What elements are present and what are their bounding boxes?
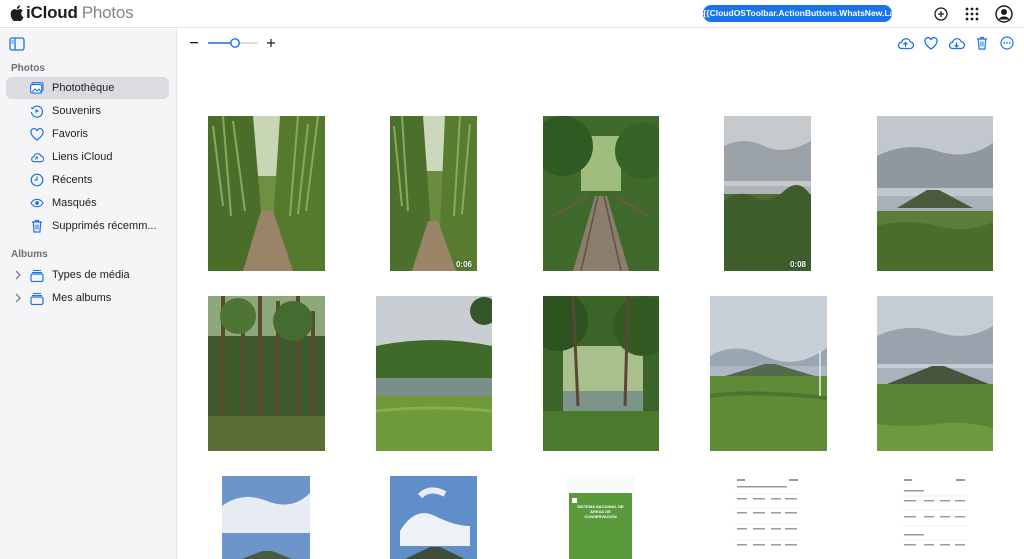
brand-name: iCloud: [26, 3, 78, 22]
icloud-logo[interactable]: iCloud Photos: [10, 3, 134, 23]
photo-thumbnail[interactable]: [376, 296, 492, 451]
video-duration: 0:08: [789, 260, 806, 269]
photo-thumbnail[interactable]: [390, 476, 477, 559]
sidebar-item-label: Supprimés récemm...: [52, 220, 157, 232]
sidebar-item-label: Souvenirs: [52, 105, 101, 117]
section-title-albums: Albums: [11, 249, 48, 260]
chevron-right-icon[interactable]: [14, 293, 22, 303]
download-icon[interactable]: [947, 34, 965, 52]
delete-icon[interactable]: [973, 34, 991, 52]
sidebar-item-label: Masqués: [52, 197, 97, 209]
photo-thumbnail[interactable]: [208, 296, 325, 451]
account-icon[interactable]: [994, 4, 1014, 24]
photo-thumbnail[interactable]: [877, 296, 993, 451]
sidebar-item-my-albums[interactable]: Mes albums: [6, 287, 169, 309]
video-thumbnail[interactable]: 0:06: [390, 116, 477, 271]
heart-icon: [30, 127, 44, 141]
clock-icon: [30, 173, 44, 187]
chevron-right-icon[interactable]: [14, 270, 22, 280]
cloud-link-icon: [30, 150, 44, 164]
screenshot-thumbnail[interactable]: [733, 476, 802, 559]
sidebar-item-favorites[interactable]: Favoris: [6, 123, 169, 145]
sidebar-item-library[interactable]: Photothèque: [6, 77, 169, 99]
video-duration: 0:06: [455, 260, 472, 269]
whats-new-button[interactable]: {{CloudOSToolbar.ActionButtons.WhatsNew.…: [703, 5, 892, 22]
zoom-slider-knob[interactable]: [230, 38, 240, 48]
zoom-in-icon[interactable]: [266, 38, 276, 48]
sidebar-item-label: Favoris: [52, 128, 89, 140]
photo-thumbnail[interactable]: [710, 296, 827, 451]
document-title: SISTEMA NACIONAL DE ÁREAS DE CONSERVACIÓ…: [577, 504, 624, 519]
top-bar: iCloud Photos {{CloudOSToolbar.ActionBut…: [0, 0, 1024, 28]
stack-icon: [30, 268, 44, 282]
app-grid-icon[interactable]: [962, 4, 982, 24]
section-title-photos: Photos: [11, 63, 45, 74]
stack-icon: [30, 291, 44, 305]
eye-icon: [30, 196, 44, 210]
sidebar-item-label: Liens iCloud: [52, 151, 113, 163]
favorite-heart-icon[interactable]: [922, 34, 940, 52]
video-thumbnail[interactable]: 0:08: [724, 116, 811, 271]
apple-logo-icon: [10, 5, 24, 21]
screenshot-thumbnail[interactable]: SISTEMA NACIONAL DE ÁREAS DE CONSERVACIÓ…: [566, 476, 635, 559]
sidebar-item-label: Récents: [52, 174, 93, 186]
photo-thumbnail[interactable]: [208, 116, 325, 271]
sidebar: Photos Photothèque Souvenirs Favoris Lie…: [0, 29, 177, 559]
photo-thumbnail[interactable]: [543, 296, 659, 451]
photo-thumbnail[interactable]: [877, 116, 993, 271]
add-icon[interactable]: [931, 4, 951, 24]
sidebar-item-recents[interactable]: Récents: [6, 169, 169, 191]
sidebar-item-media-types[interactable]: Types de média: [6, 264, 169, 286]
sidebar-toggle-icon[interactable]: [9, 37, 25, 51]
product-name: Photos: [81, 3, 134, 22]
screenshot-thumbnail[interactable]: [900, 476, 969, 559]
sidebar-item-label: Photothèque: [52, 82, 115, 94]
sidebar-item-label: Types de média: [52, 269, 130, 281]
sidebar-item-recently-deleted[interactable]: Supprimés récemm...: [6, 215, 169, 237]
trash-icon: [30, 219, 44, 233]
zoom-out-icon[interactable]: [190, 42, 198, 44]
upload-icon[interactable]: [896, 34, 914, 52]
library-icon: [30, 81, 44, 95]
memories-icon: [30, 104, 44, 118]
sidebar-item-icloud-links[interactable]: Liens iCloud: [6, 146, 169, 168]
sidebar-item-memories[interactable]: Souvenirs: [6, 100, 169, 122]
photo-thumbnail[interactable]: [222, 476, 310, 559]
zoom-slider[interactable]: [208, 38, 258, 48]
more-icon[interactable]: [998, 34, 1016, 52]
sidebar-item-hidden[interactable]: Masqués: [6, 192, 169, 214]
sidebar-item-label: Mes albums: [52, 292, 112, 304]
photo-thumbnail[interactable]: [543, 116, 659, 271]
